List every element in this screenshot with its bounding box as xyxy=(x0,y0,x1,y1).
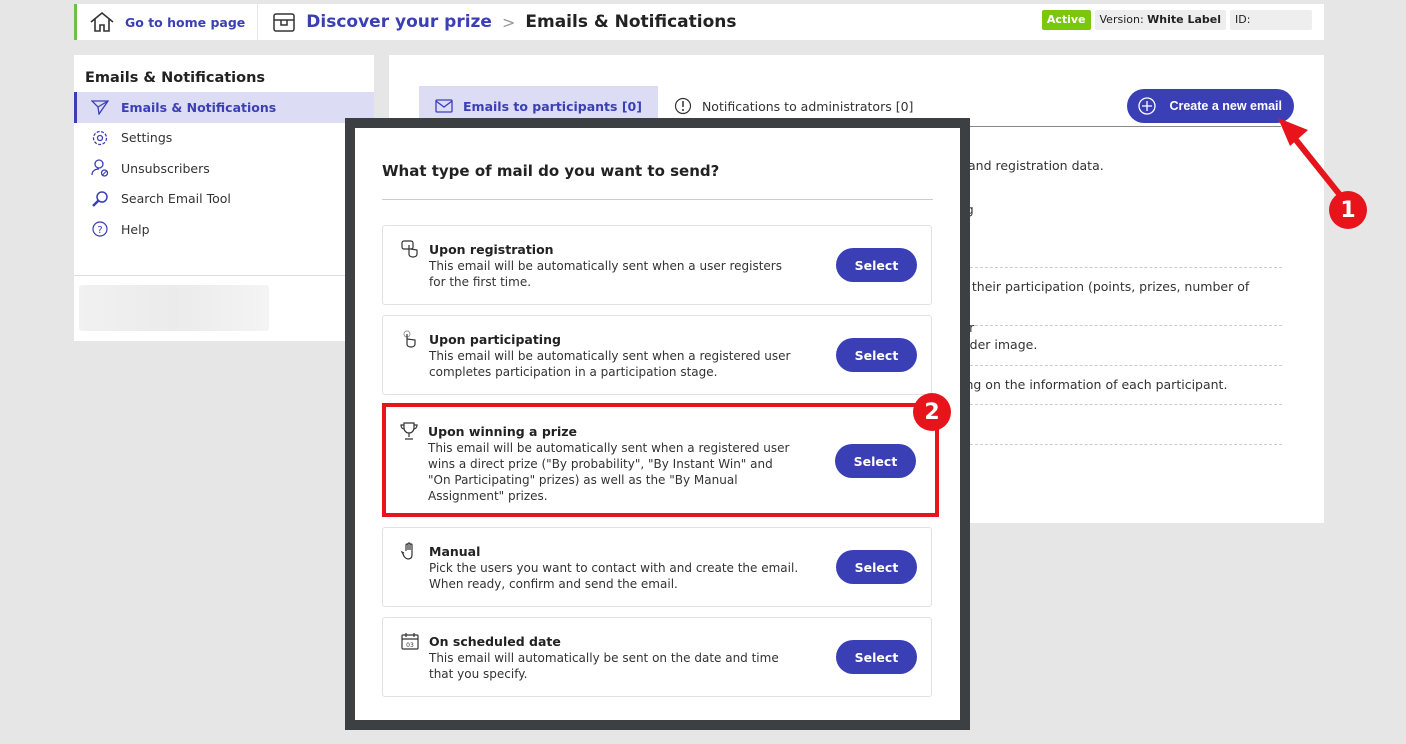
option-upon-registration: Upon registration This email will be aut… xyxy=(382,225,932,305)
divider xyxy=(960,365,1282,366)
divider xyxy=(960,325,1282,326)
option-title: Upon participating xyxy=(429,332,561,347)
hand-pointer-icon xyxy=(401,240,418,258)
option-description: This email will automatically be sent on… xyxy=(429,651,779,681)
content-fragment: ing on the information of each participa… xyxy=(962,377,1228,392)
version-label: Version: xyxy=(1099,13,1144,26)
sidebar-item-label: Unsubscribers xyxy=(121,160,210,176)
tab-label: Notifications to administrators [0] xyxy=(701,98,914,114)
sidebar-item-emails-notifications[interactable]: Emails & Notifications xyxy=(74,92,374,123)
tap-icon xyxy=(403,330,416,348)
sidebar-item-label: Settings xyxy=(121,130,173,146)
breadcrumb-project[interactable]: Discover your prize xyxy=(306,12,492,32)
option-description: This email will be automatically sent wh… xyxy=(429,349,791,379)
modal-title: What type of mail do you want to send? xyxy=(382,162,720,180)
option-title: Manual xyxy=(429,544,481,559)
select-manual-button[interactable]: Select xyxy=(836,550,917,584)
version-value: White Label xyxy=(1147,13,1221,26)
user-blocked-icon xyxy=(91,159,109,177)
plus-circle-icon xyxy=(1138,97,1157,115)
option-manual: Manual Pick the users you want to contac… xyxy=(382,527,932,607)
send-icon xyxy=(91,100,109,116)
help-icon: ? xyxy=(92,221,108,237)
content-fragment: ader image. xyxy=(962,337,1038,352)
sidebar-item-label: Emails & Notifications xyxy=(121,99,277,115)
blurred-block xyxy=(79,285,269,331)
divider xyxy=(960,267,1282,268)
mail-icon xyxy=(435,99,453,113)
divider xyxy=(74,275,374,276)
id-badge: ID: xyxy=(1230,10,1312,30)
id-label: ID: xyxy=(1235,13,1251,26)
home-icon xyxy=(90,11,114,32)
create-new-email-label: Create a new email xyxy=(1169,99,1282,113)
svg-text:03: 03 xyxy=(406,642,414,649)
sidebar-item-help[interactable]: ? Help xyxy=(74,214,374,245)
alert-icon xyxy=(674,97,692,115)
breadcrumb-separator: > xyxy=(501,12,516,32)
hand-icon xyxy=(401,542,413,560)
option-description: This email will be automatically sent wh… xyxy=(429,259,782,289)
status-badge: Active xyxy=(1041,10,1091,30)
version-badge: Version: White Label xyxy=(1094,10,1226,30)
search-icon xyxy=(92,191,108,207)
sidebar-item-settings[interactable]: Settings xyxy=(74,123,374,154)
sidebar: Emails & Notifications Emails & Notifica… xyxy=(74,55,374,341)
content-fragment: n their participation (points, prizes, n… xyxy=(960,279,1250,294)
option-description: Pick the users you want to contact with … xyxy=(429,561,799,591)
breadcrumb: Discover your prize > Emails & Notificat… xyxy=(258,11,736,33)
divider xyxy=(960,404,1282,405)
divider xyxy=(960,444,1282,445)
divider xyxy=(382,199,933,200)
option-title: Upon registration xyxy=(429,242,554,257)
svg-text:?: ? xyxy=(97,225,102,236)
top-bar: Go to home page Discover your prize > Em… xyxy=(74,4,1324,40)
gear-icon xyxy=(92,130,108,145)
treasure-chest-icon xyxy=(273,13,296,32)
home-link-label: Go to home page xyxy=(125,14,246,30)
highlight-box xyxy=(382,403,939,517)
select-upon-participating-button[interactable]: Select xyxy=(836,338,917,372)
select-upon-registration-button[interactable]: Select xyxy=(836,248,917,282)
content-fragment: and registration data. xyxy=(968,158,1104,173)
calendar-icon: 03 xyxy=(401,633,419,650)
select-on-scheduled-date-button[interactable]: Select xyxy=(836,640,917,674)
tab-label: Emails to participants [0] xyxy=(463,98,642,114)
breadcrumb-current: Emails & Notifications xyxy=(525,12,737,32)
sidebar-item-search-email-tool[interactable]: Search Email Tool xyxy=(74,184,374,215)
sidebar-item-label: Search Email Tool xyxy=(121,191,231,207)
sidebar-title: Emails & Notifications xyxy=(85,70,266,86)
option-title: On scheduled date xyxy=(429,634,561,649)
option-upon-participating: Upon participating This email will be au… xyxy=(382,315,932,395)
annotation-step-1: 1 xyxy=(1329,191,1367,229)
home-link[interactable]: Go to home page xyxy=(77,4,259,40)
sidebar-item-unsubscribers[interactable]: Unsubscribers xyxy=(74,153,374,184)
sidebar-item-label: Help xyxy=(121,221,150,237)
annotation-step-2: 2 xyxy=(913,393,951,431)
option-on-scheduled-date: 03 On scheduled date This email will aut… xyxy=(382,617,932,697)
